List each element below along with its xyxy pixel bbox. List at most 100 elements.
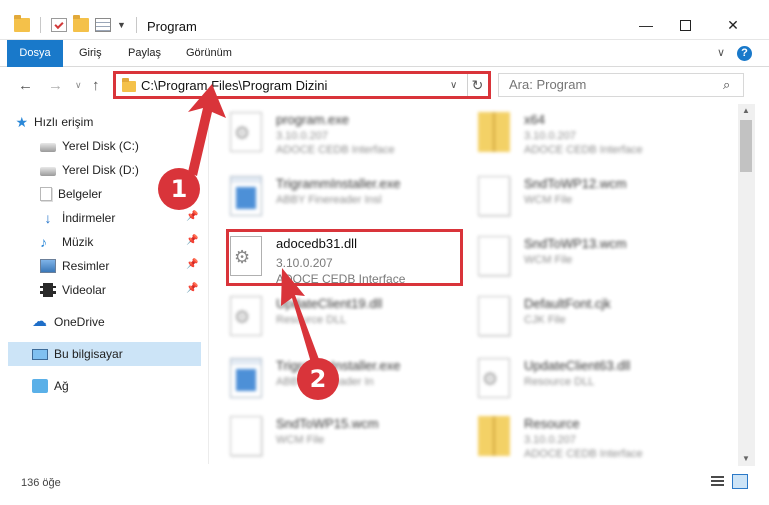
list-item[interactable]: Resource 3.10.0.207 ADOCE CEDB Interface <box>462 410 702 466</box>
file-type: Resource DLL <box>524 376 595 388</box>
sidebar-item-this-pc[interactable]: Bu bilgisayar <box>8 342 201 366</box>
scrollbar-thumb[interactable] <box>740 120 752 172</box>
list-item[interactable]: x64 3.10.0.207 ADOCE CEDB Interface <box>462 106 702 162</box>
exe-icon <box>230 176 262 216</box>
file-type: WCM File <box>276 434 325 446</box>
star-icon: ★ <box>15 113 28 130</box>
step-badge-1: 1 <box>158 168 200 210</box>
sidebar-item-pictures[interactable]: Resimler 📌 <box>0 254 201 278</box>
list-item[interactable]: DefaultFont.cjk CJK File <box>462 290 702 346</box>
address-dropdown-chevron-icon[interactable]: ∨ <box>450 80 457 91</box>
file-name: SndToWP13.wcm <box>524 236 627 251</box>
pin-icon[interactable]: 📌 <box>186 235 198 246</box>
file-name: UpdateClient63.dll <box>524 358 631 373</box>
document-icon <box>478 236 510 276</box>
sidebar-item-videos[interactable]: Videolar 📌 <box>0 278 201 302</box>
list-item[interactable]: UpdateClient63.dll Resource DLL <box>462 352 702 408</box>
file-name: UpdateClient19.dll <box>276 296 383 311</box>
file-name: TrigrammInstaller.exe <box>276 358 401 373</box>
tab-giris[interactable]: Giriş <box>79 40 102 67</box>
list-item[interactable]: SndToWP13.wcm WCM File <box>462 230 702 286</box>
maximize-button[interactable] <box>662 11 708 39</box>
sidebar-item-label: Hızlı erişim <box>34 115 94 129</box>
file-version: 3.10.0.207 <box>276 130 328 142</box>
cloud-icon: ☁ <box>32 313 47 330</box>
help-icon[interactable]: ? <box>737 46 752 61</box>
step-badge-2: 2 <box>297 358 339 400</box>
details-view-icon[interactable] <box>711 476 724 488</box>
file-highlight-box <box>226 229 463 286</box>
sidebar-item-label: Yerel Disk (D:) <box>62 163 139 177</box>
properties-icon[interactable] <box>95 18 111 32</box>
properties-check-icon[interactable] <box>51 18 67 32</box>
tab-gorunum[interactable]: Görünüm <box>186 40 232 67</box>
expand-ribbon-chevron-icon[interactable]: ∨ <box>717 46 725 59</box>
close-button[interactable]: ✕ <box>710 11 756 39</box>
file-description: ADOCE CEDB Interface <box>276 144 395 156</box>
sidebar-item-quick-access[interactable]: ★ Hızlı erişim <box>0 110 201 134</box>
search-box[interactable]: ⌕ <box>498 73 744 97</box>
settings-file-icon <box>230 296 262 336</box>
sidebar-item-label: Belgeler <box>58 187 103 201</box>
sidebar-item-label: Videolar <box>62 283 106 297</box>
search-input[interactable] <box>509 77 709 92</box>
sidebar-item-network[interactable]: Ağ <box>0 374 201 398</box>
back-arrow-icon[interactable]: ← <box>18 77 33 94</box>
quick-access-toolbar: ▼ <box>14 15 141 33</box>
pin-icon[interactable]: 📌 <box>186 259 198 270</box>
document-icon <box>478 176 510 216</box>
scroll-down-arrow-icon[interactable]: ▼ <box>742 454 750 463</box>
list-item[interactable]: UpdateClient19.dll Resource DLL <box>214 290 454 346</box>
customize-toolbar-chevron-icon[interactable]: ▼ <box>117 20 126 30</box>
list-item[interactable]: SndToWP12.wcm WCM File <box>462 170 702 226</box>
file-description: ABBY Finereader Insl <box>276 194 382 206</box>
toolbar-divider <box>135 17 137 33</box>
tiles-view-icon[interactable] <box>732 474 748 489</box>
documents-icon <box>40 187 52 201</box>
document-icon <box>478 296 510 336</box>
disk-icon <box>40 143 56 152</box>
sidebar-item-local-disk-c[interactable]: Yerel Disk (C:) <box>0 134 201 158</box>
scroll-up-arrow-icon[interactable]: ▲ <box>742 106 750 115</box>
settings-file-icon <box>478 358 510 398</box>
forward-arrow-icon[interactable]: → <box>48 77 63 94</box>
address-bar[interactable]: C:\Program Files\Program Dizini ∨ ↻ <box>113 71 491 99</box>
sidebar-item-onedrive[interactable]: ☁ OneDrive <box>0 310 201 334</box>
file-name: SndToWP12.wcm <box>524 176 627 191</box>
up-arrow-icon[interactable]: ↑ <box>92 77 100 94</box>
downloads-icon: ↓ <box>44 210 52 226</box>
settings-file-icon <box>230 112 262 152</box>
sidebar-item-downloads[interactable]: ↓ İndirmeler 📌 <box>0 206 201 230</box>
file-version: 3.10.0.207 <box>524 130 576 142</box>
music-icon: ♪ <box>40 234 47 250</box>
search-icon[interactable]: ⌕ <box>723 77 730 93</box>
list-item[interactable]: SndToWP15.wcm WCM File <box>214 410 454 466</box>
title-bar: ▼ Program — ✕ <box>0 0 769 40</box>
window-title: Program <box>147 19 197 34</box>
file-type: CJK File <box>524 314 566 326</box>
tab-paylas[interactable]: Paylaş <box>128 40 161 67</box>
navigation-row: ← → ∨ ↑ C:\Program Files\Program Dizini … <box>0 68 769 102</box>
file-name: program.exe <box>276 112 349 127</box>
address-path[interactable]: C:\Program Files\Program Dizini <box>141 78 327 93</box>
sidebar-item-label: Resimler <box>62 259 110 273</box>
vertical-scrollbar[interactable]: ▲ ▼ <box>738 104 755 466</box>
pin-icon[interactable]: 📌 <box>186 211 198 222</box>
network-icon <box>32 379 48 393</box>
recent-locations-chevron-icon[interactable]: ∨ <box>75 80 82 91</box>
document-icon <box>230 416 262 456</box>
folder-icon <box>122 78 136 92</box>
list-item[interactable]: program.exe 3.10.0.207 ADOCE CEDB Interf… <box>214 106 454 162</box>
zip-folder-icon <box>478 112 510 152</box>
status-bar: 136 öğe <box>0 468 769 505</box>
refresh-icon[interactable]: ↻ <box>467 74 487 96</box>
new-folder-icon[interactable] <box>73 15 89 32</box>
pin-icon[interactable]: 📌 <box>186 283 198 294</box>
zip-folder-icon <box>478 416 510 456</box>
file-version: 3.10.0.207 <box>524 434 576 446</box>
list-item[interactable]: TrigrammInstaller.exe ABBY Finereader In… <box>214 170 454 226</box>
item-count: 136 öğe <box>21 477 61 489</box>
file-type: Resource DLL <box>276 314 347 326</box>
sidebar-item-music[interactable]: ♪ Müzik 📌 <box>0 230 201 254</box>
tab-dosya[interactable]: Dosya <box>7 40 63 67</box>
